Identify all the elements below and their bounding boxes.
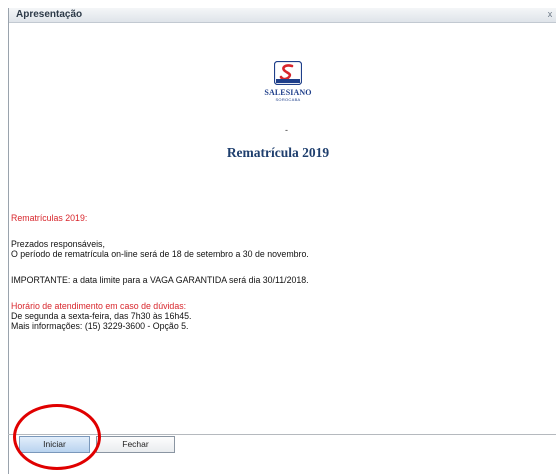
hours-title: Horário de atendimento em caso de dúvida… xyxy=(11,301,187,311)
footer-divider xyxy=(8,434,556,435)
period-text: O período de rematrícula on-line será de… xyxy=(11,249,309,259)
dialog-titlebar: Apresentação x xyxy=(9,8,556,23)
greeting-text: Prezados responsáveis, xyxy=(11,239,105,249)
hours-text: De segunda a sexta-feira, das 7h30 às 16… xyxy=(11,311,192,321)
important-text: IMPORTANTE: a data limite para a VAGA GA… xyxy=(11,275,309,285)
start-button[interactable]: Iniciar xyxy=(19,436,90,453)
logo-city: SOROCABA xyxy=(275,97,301,102)
section-title: Rematrículas 2019: xyxy=(11,213,88,223)
logo-name: SALESIANO xyxy=(264,88,312,97)
salesiano-emblem-icon xyxy=(273,60,303,86)
salesiano-logo: SALESIANO SOROCABA xyxy=(263,60,313,121)
close-button[interactable]: Fechar xyxy=(96,436,175,453)
page-heading: Rematrícula 2019 xyxy=(226,145,330,160)
logo-dash: - xyxy=(285,125,288,135)
close-icon[interactable]: x xyxy=(544,8,556,22)
info-text: Mais informações: (15) 3229-3600 - Opção… xyxy=(11,321,189,331)
dialog-title: Apresentação xyxy=(16,9,83,20)
